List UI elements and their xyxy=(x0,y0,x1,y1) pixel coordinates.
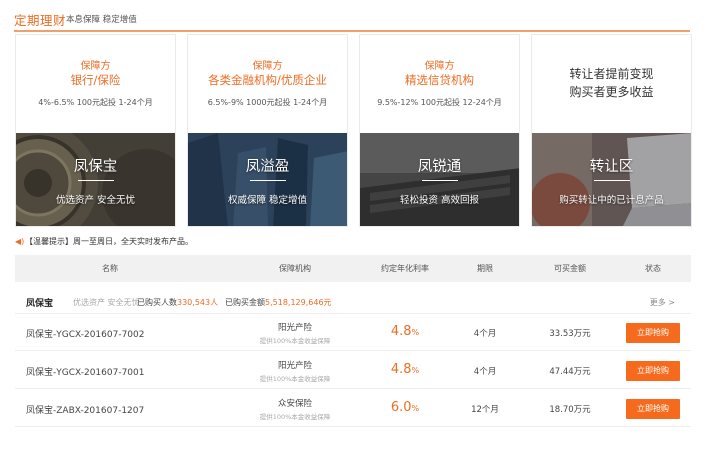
card-divider xyxy=(594,180,630,181)
card-tagline: 优选资产 安全无忧 xyxy=(55,195,136,206)
annual-rate: 4.8% xyxy=(370,324,440,339)
available-amount: 18.70万元 xyxy=(549,405,591,415)
buyers-label: 已购买人数 xyxy=(137,298,177,307)
more-link[interactable]: 更多 > xyxy=(650,297,675,308)
card-guarantor: 精选信贷机构 xyxy=(405,73,474,87)
amount-value: 5,518,129,646元 xyxy=(265,298,332,307)
card-terms: 9.5%-12% 100元起投 12-24个月 xyxy=(377,98,502,107)
available-amount: 33.53万元 xyxy=(549,329,591,339)
institution-name: 阳光产险 xyxy=(277,361,312,371)
guarantee-institution: 阳光产险 提供100%本金收益保障 xyxy=(240,321,350,345)
product-group-header: 凤保宝 优选资产 安全无忧 已购买人数330,543人 已购买金额5,518,1… xyxy=(15,290,691,314)
card-banner-image: 转让区 购买转让中的已计息产品 xyxy=(532,133,691,226)
institution-name: 阳光产险 xyxy=(277,323,312,333)
column-header-term: 期限 xyxy=(477,264,493,273)
buy-now-button[interactable]: 立即抢购 xyxy=(626,399,680,419)
amount-label: 已购买金额 xyxy=(225,298,265,307)
section-title: 定期理财 xyxy=(14,13,67,28)
card-guarantor: 各类金融机构/优质企业 xyxy=(208,73,327,87)
term: 4个月 xyxy=(473,367,497,377)
table-row[interactable]: 凤保宝-YGCX-201607-7001 阳光产险 提供100%本金收益保障 4… xyxy=(15,352,691,389)
product-card-fengruitong[interactable]: 保障方 精选信贷机构 9.5%-12% 100元起投 12-24个月 凤锐通 轻… xyxy=(359,34,520,227)
card-divider xyxy=(78,180,114,181)
card-guarantor-label: 保障方 xyxy=(424,61,455,72)
card-product-name: 凤锐通 xyxy=(417,159,462,175)
column-header-amount: 可买金额 xyxy=(554,264,586,273)
speaker-icon: ◀) xyxy=(15,237,25,246)
product-card-transfer-zone[interactable]: 转让者提前变现 购买者更多收益 转让区 购买转让中的已计息产品 xyxy=(531,34,692,227)
card-banner-image: 凤溢盈 权威保障 稳定增值 xyxy=(188,133,347,226)
card-tagline: 购买转让中的已计息产品 xyxy=(559,195,664,206)
rate-value: 6.0 xyxy=(390,400,412,415)
product-name[interactable]: 凤保宝-YGCX-201607-7002 xyxy=(26,327,144,340)
column-header-rate: 约定年化利率 xyxy=(381,264,429,273)
card-guarantor-label: 保障方 xyxy=(252,61,283,72)
term: 4个月 xyxy=(473,329,497,339)
card-info: 保障方 精选信贷机构 9.5%-12% 100元起投 12-24个月 xyxy=(360,35,519,133)
card-divider xyxy=(250,180,286,181)
card-product-name: 转让区 xyxy=(589,159,634,175)
guarantee-institution: 阳光产险 提供100%本金收益保障 xyxy=(240,359,350,383)
term: 12个月 xyxy=(471,405,499,415)
card-info: 保障方 各类金融机构/优质企业 6.5%-9% 1000元起投 1-24个月 xyxy=(188,35,347,133)
buy-now-button[interactable]: 立即抢购 xyxy=(626,361,680,381)
card-guarantor-label: 保障方 xyxy=(80,61,111,72)
column-header-status: 状态 xyxy=(645,264,661,273)
institution-note: 提供100%本金收益保障 xyxy=(259,375,331,383)
card-info: 转让者提前变现 购买者更多收益 xyxy=(532,35,691,133)
group-name: 凤保宝 xyxy=(26,299,54,309)
annual-rate: 6.0% xyxy=(370,400,440,415)
buy-now-button[interactable]: 立即抢购 xyxy=(626,323,680,343)
rate-percent: % xyxy=(411,404,420,413)
product-card-fengbaobao[interactable]: 保障方 银行/保险 4%-6.5% 100元起投 1-24个月 凤保宝 优选资产… xyxy=(15,34,176,227)
card-banner-image: 凤锐通 轻松投资 高效回报 xyxy=(360,133,519,226)
card-terms: 4%-6.5% 100元起投 1-24个月 xyxy=(38,98,153,107)
notice-bar: ◀)【温馨提示】周一至周日，全天实时发布产品。 xyxy=(15,236,193,247)
card-terms: 6.5%-9% 1000元起投 1-24个月 xyxy=(207,98,328,107)
available-amount: 47.44万元 xyxy=(549,367,591,377)
rate-value: 4.8 xyxy=(390,324,412,339)
card-headline-1: 转让者提前变现 xyxy=(569,67,654,81)
institution-note: 提供100%本金收益保障 xyxy=(259,413,331,421)
table-header: 名称 保障机构 约定年化利率 期限 可买金额 状态 xyxy=(15,255,691,282)
guarantee-institution: 众安保险 提供100%本金收益保障 xyxy=(240,397,350,421)
table-row[interactable]: 凤保宝-YGCX-201607-7002 阳光产险 提供100%本金收益保障 4… xyxy=(15,314,691,351)
notice-text: 【温馨提示】周一至周日，全天实时发布产品。 xyxy=(25,237,193,246)
institution-name: 众安保险 xyxy=(277,399,312,409)
product-name[interactable]: 凤保宝-ZABX-201607-1207 xyxy=(26,403,144,416)
card-headline-2: 购买者更多收益 xyxy=(569,85,654,99)
annual-rate: 4.8% xyxy=(370,362,440,377)
group-amount: 已购买金额5,518,129,646元 xyxy=(225,297,332,308)
product-name[interactable]: 凤保宝-YGCX-201607-7001 xyxy=(26,365,144,378)
card-tagline: 权威保障 稳定增值 xyxy=(227,195,308,206)
product-cards: 保障方 银行/保险 4%-6.5% 100元起投 1-24个月 凤保宝 优选资产… xyxy=(15,34,692,227)
product-card-fengyiying[interactable]: 保障方 各类金融机构/优质企业 6.5%-9% 1000元起投 1-24个月 凤… xyxy=(187,34,348,227)
card-tagline: 轻松投资 高效回报 xyxy=(399,195,480,206)
card-info: 保障方 银行/保险 4%-6.5% 100元起投 1-24个月 xyxy=(16,35,175,133)
section-subtitle: 本息保障 稳定增值 xyxy=(66,15,137,25)
rate-value: 4.8 xyxy=(390,362,412,377)
column-header-name: 名称 xyxy=(102,264,118,273)
group-tagline: 优选资产 安全无忧 xyxy=(73,298,140,307)
section-header: 定期理财 本息保障 稳定增值 xyxy=(14,9,690,32)
column-header-institution: 保障机构 xyxy=(279,264,311,273)
buyers-value: 330,543人 xyxy=(177,298,219,307)
rate-percent: % xyxy=(411,366,420,375)
card-guarantor: 银行/保险 xyxy=(70,73,121,87)
card-banner-image: 凤保宝 优选资产 安全无忧 xyxy=(16,133,175,226)
group-buyers: 已购买人数330,543人 xyxy=(137,297,218,308)
card-divider xyxy=(422,180,458,181)
rate-percent: % xyxy=(411,328,420,337)
table-row[interactable]: 凤保宝-ZABX-201607-1207 众安保险 提供100%本金收益保障 6… xyxy=(15,390,691,427)
card-product-name: 凤保宝 xyxy=(73,159,118,175)
institution-note: 提供100%本金收益保障 xyxy=(259,337,331,345)
card-product-name: 凤溢盈 xyxy=(245,159,290,175)
